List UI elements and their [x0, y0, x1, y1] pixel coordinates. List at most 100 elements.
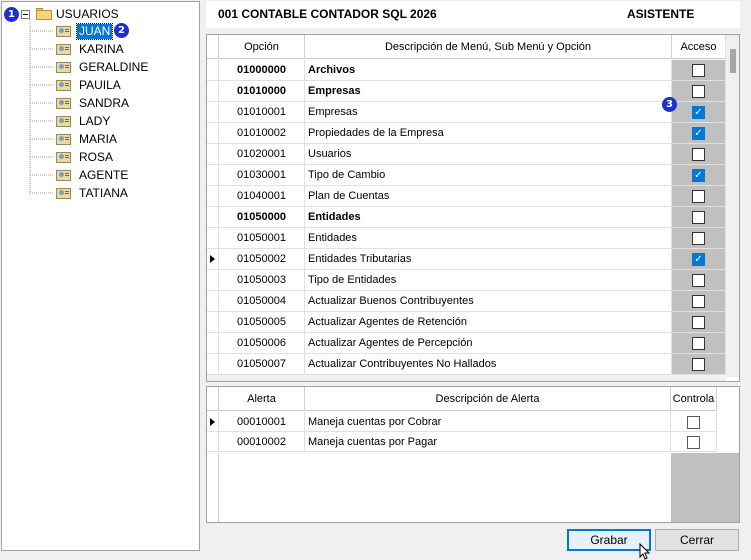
menu-row[interactable]: 01050002 Entidades Tributarias ✓ — [207, 249, 726, 270]
row-selector[interactable] — [207, 412, 219, 432]
menu-option-description[interactable]: Actualizar Buenos Contribuyentes — [305, 291, 672, 311]
menu-row[interactable]: 01020001 Usuarios — [207, 144, 726, 165]
menu-option-description[interactable]: Entidades Tributarias — [305, 249, 672, 269]
menu-row[interactable]: 01050001 Entidades — [207, 228, 726, 249]
menu-option-description[interactable]: Plan de Cuentas — [305, 186, 672, 206]
menu-option-code[interactable]: 01050007 — [219, 354, 305, 374]
menu-option-description[interactable]: Archivos — [305, 60, 672, 80]
alert-description[interactable]: Maneja cuentas por Cobrar — [305, 412, 671, 432]
menu-option-code[interactable]: 01050004 — [219, 291, 305, 311]
menu-option-description[interactable]: Entidades — [305, 228, 672, 248]
access-checkbox[interactable]: ✓ — [692, 252, 705, 266]
row-selector[interactable] — [207, 333, 219, 353]
menu-option-description[interactable]: Propiedades de la Empresa — [305, 123, 672, 143]
row-selector[interactable] — [207, 249, 219, 269]
row-selector[interactable] — [207, 102, 219, 122]
tree-root-usuarios[interactable]: 1 USUARIOS — [4, 6, 119, 22]
menu-row[interactable]: 01030001 Tipo de Cambio ✓ — [207, 165, 726, 186]
menu-option-description[interactable]: Usuarios — [305, 144, 672, 164]
column-header-access[interactable]: Acceso — [672, 35, 726, 59]
alert-code[interactable]: 00010001 — [219, 412, 305, 432]
access-checkbox[interactable] — [692, 294, 705, 308]
access-checkbox[interactable]: ✓ — [692, 168, 705, 182]
access-checkbox[interactable]: ✓ — [692, 126, 705, 140]
row-selector[interactable] — [207, 291, 219, 311]
column-header-description[interactable]: Descripción de Menú, Sub Menú y Opción — [305, 35, 672, 59]
menu-option-code[interactable]: 01050001 — [219, 228, 305, 248]
access-checkbox[interactable] — [692, 210, 705, 224]
menu-row[interactable]: 01050000 Entidades — [207, 207, 726, 228]
menu-option-code[interactable]: 01050006 — [219, 333, 305, 353]
menu-option-description[interactable]: Empresas — [305, 102, 672, 122]
menu-row[interactable]: 01010001 Empresas ✓ — [207, 102, 726, 123]
tree-user-geraldine[interactable]: GERALDINE — [55, 59, 150, 75]
tree-user-rosa[interactable]: ROSA — [55, 149, 115, 165]
menu-option-description[interactable]: Tipo de Cambio — [305, 165, 672, 185]
access-checkbox[interactable] — [692, 63, 705, 77]
row-selector[interactable] — [207, 144, 219, 164]
menu-option-code[interactable]: 01030001 — [219, 165, 305, 185]
menu-grid-horizontal-scrollbar[interactable] — [207, 375, 726, 381]
menu-row[interactable]: 01040001 Plan de Cuentas — [207, 186, 726, 207]
menu-option-code[interactable]: 01050003 — [219, 270, 305, 290]
tree-user-tatiana[interactable]: TATIANA — [55, 185, 130, 201]
menu-option-code[interactable]: 01050002 — [219, 249, 305, 269]
alert-code[interactable]: 00010002 — [219, 432, 305, 452]
access-checkbox[interactable] — [692, 357, 705, 371]
users-tree[interactable]: 1 USUARIOS JUAN KARINA GERALDINE PAUILA SAND… — [1, 1, 200, 551]
collapse-icon[interactable] — [21, 9, 30, 19]
tree-user-maria[interactable]: MARIA — [55, 131, 119, 147]
row-selector[interactable] — [207, 60, 219, 80]
row-selector[interactable] — [207, 312, 219, 332]
menu-row[interactable]: 01000000 Archivos — [207, 60, 726, 81]
access-checkbox[interactable] — [692, 189, 705, 203]
menu-options-grid[interactable]: Opción Descripción de Menú, Sub Menú y O… — [206, 34, 740, 382]
row-selector[interactable] — [207, 123, 219, 143]
menu-option-description[interactable]: Actualizar Agentes de Percepción — [305, 333, 672, 353]
menu-option-code[interactable]: 01050000 — [219, 207, 305, 227]
alerts-grid[interactable]: Alerta Descripción de Alerta Controla 00… — [206, 386, 740, 523]
access-checkbox[interactable] — [692, 315, 705, 329]
menu-option-code[interactable]: 01010002 — [219, 123, 305, 143]
menu-option-description[interactable]: Entidades — [305, 207, 672, 227]
menu-option-code[interactable]: 01050005 — [219, 312, 305, 332]
tree-user-pauila[interactable]: PAUILA — [55, 77, 123, 93]
menu-option-description[interactable]: Empresas — [305, 81, 672, 101]
access-checkbox[interactable] — [692, 336, 705, 350]
row-selector[interactable] — [207, 81, 219, 101]
access-checkbox[interactable] — [692, 147, 705, 161]
control-checkbox[interactable] — [687, 415, 700, 429]
scrollbar-thumb[interactable] — [730, 49, 736, 73]
menu-option-description[interactable]: Tipo de Entidades — [305, 270, 672, 290]
menu-option-code[interactable]: 01010000 — [219, 81, 305, 101]
menu-row[interactable]: 01050007 Actualizar Contribuyentes No Hal… — [207, 354, 726, 375]
menu-option-code[interactable]: 01020001 — [219, 144, 305, 164]
column-header-alert-description[interactable]: Descripción de Alerta — [305, 387, 671, 411]
close-button[interactable]: Cerrar — [655, 529, 739, 551]
access-checkbox[interactable] — [692, 231, 705, 245]
tree-user-sandra[interactable]: SANDRA — [55, 95, 131, 111]
tree-user-agente[interactable]: AGENTE — [55, 167, 130, 183]
column-header-option[interactable]: Opción — [219, 35, 305, 59]
menu-option-code[interactable]: 01040001 — [219, 186, 305, 206]
row-selector[interactable] — [207, 270, 219, 290]
menu-option-description[interactable]: Actualizar Agentes de Retención — [305, 312, 672, 332]
column-header-alert[interactable]: Alerta — [219, 387, 305, 411]
menu-option-code[interactable]: 01000000 — [219, 60, 305, 80]
row-selector[interactable] — [207, 165, 219, 185]
alert-row[interactable]: 00010001 Maneja cuentas por Cobrar — [207, 412, 717, 432]
menu-option-description[interactable]: Actualizar Contribuyentes No Hallados — [305, 354, 672, 374]
column-header-control[interactable]: Controla — [671, 387, 717, 411]
menu-row[interactable]: 01050004 Actualizar Buenos Contribuyentes — [207, 291, 726, 312]
menu-row[interactable]: 01010002 Propiedades de la Empresa ✓ — [207, 123, 726, 144]
row-selector[interactable] — [207, 207, 219, 227]
alert-row[interactable]: 00010002 Maneja cuentas por Pagar — [207, 432, 717, 452]
access-checkbox[interactable]: ✓ — [692, 105, 705, 119]
access-checkbox[interactable] — [692, 273, 705, 287]
tree-user-karina[interactable]: KARINA — [55, 41, 126, 57]
tree-user-lady[interactable]: LADY — [55, 113, 112, 129]
tree-user-juan[interactable]: JUAN — [55, 22, 114, 40]
menu-grid-vertical-scrollbar[interactable] — [725, 35, 739, 377]
control-checkbox[interactable] — [687, 435, 700, 449]
row-selector[interactable] — [207, 186, 219, 206]
